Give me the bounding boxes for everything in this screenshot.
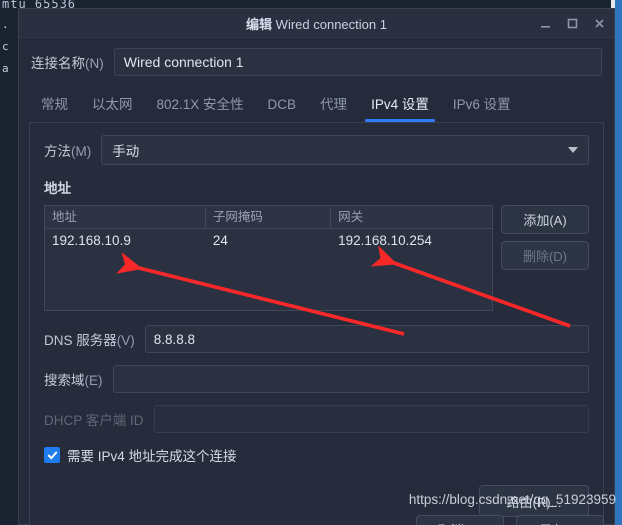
dhcp-client-id-label: DHCP 客户端 ID [44, 413, 144, 428]
dns-label-text: DNS 服务器 [44, 333, 117, 348]
chevron-down-icon [568, 147, 578, 153]
delete-address-button[interactable]: 删除(D) [501, 241, 589, 270]
tab-8021x-security[interactable]: 802.1X 安全性 [145, 87, 256, 122]
require-ipv4-label: 需要 IPv4 地址完成这个连接 [67, 449, 237, 464]
method-label-text: 方法 [44, 144, 71, 159]
add-address-button[interactable]: 添加(A) [501, 205, 589, 234]
addresses-table[interactable]: 地址 子网掩码 网关 192.168.10.9 24 192.168.10.25… [44, 205, 493, 311]
search-domains-row: 搜索域(E) [44, 365, 589, 393]
dialog-title-name: Wired connection 1 [275, 16, 387, 32]
terminal-left-line: a [2, 62, 9, 75]
dialog-title: 编辑 Wired connection 1 [246, 14, 387, 33]
cell-netmask[interactable]: 24 [206, 229, 331, 253]
tab-ipv4-settings[interactable]: IPv4 设置 [359, 87, 441, 122]
watermark: https://blog.csdn.net/qq_51923959 [408, 492, 616, 507]
addresses-table-header: 地址 子网掩码 网关 [45, 206, 492, 229]
cancel-button[interactable]: 取消(C) [416, 515, 504, 525]
maximize-icon[interactable] [566, 17, 579, 30]
connection-name-label-text: 连接名称 [31, 56, 85, 71]
connection-name-label: 连接名称(N) [31, 52, 104, 72]
terminal-left-column: . c a [2, 14, 16, 80]
method-row: 方法(M) 手动 [44, 135, 589, 165]
window-controls [539, 9, 606, 37]
tab-ipv6-settings[interactable]: IPv6 设置 [441, 87, 523, 122]
connection-name-value: Wired connection 1 [123, 54, 244, 70]
dns-input[interactable]: 8.8.8.8 [144, 325, 589, 353]
addresses-section-title: 地址 [44, 181, 71, 196]
column-header-gateway: 网关 [338, 210, 364, 224]
settings-tabs: 常规 以太网 802.1X 安全性 DCB 代理 IPv4 设置 IPv6 设置 [29, 86, 604, 123]
table-row[interactable]: 192.168.10.9 24 192.168.10.254 [45, 229, 492, 253]
terminal-left-line: c [2, 40, 9, 53]
dns-label: DNS 服务器(V) [44, 329, 135, 349]
terminal-left-line: . [2, 18, 9, 31]
desktop-right-edge [615, 0, 622, 525]
method-value: 手动 [112, 144, 140, 159]
method-label: 方法(M) [44, 140, 91, 160]
tab-dcb[interactable]: DCB [256, 87, 309, 122]
method-mnemonic: (M) [71, 144, 92, 159]
edit-connection-dialog: 编辑 Wired connection 1 连接名称(N) Wired conn… [18, 8, 615, 525]
connection-name-mnemonic: (N) [85, 56, 104, 71]
tab-general[interactable]: 常规 [29, 87, 80, 122]
dns-mnemonic: (V) [116, 333, 135, 348]
addresses-area: 地址 子网掩码 网关 192.168.10.9 24 192.168.10.25… [44, 205, 589, 311]
dns-row: DNS 服务器(V) 8.8.8.8 [44, 325, 589, 353]
search-domains-label: 搜索域(E) [44, 369, 103, 389]
search-domains-mnemonic: (E) [84, 373, 103, 388]
require-ipv4-row: 需要 IPv4 地址完成这个连接 [44, 445, 589, 465]
dhcp-client-id-input[interactable] [153, 405, 589, 433]
require-ipv4-checkbox[interactable] [44, 447, 60, 463]
dialog-title-prefix: 编辑 [246, 16, 273, 32]
tab-proxy[interactable]: 代理 [308, 87, 359, 122]
column-header-address: 地址 [45, 206, 206, 228]
dns-value: 8.8.8.8 [153, 331, 196, 347]
connection-name-row: 连接名称(N) Wired connection 1 [19, 38, 614, 84]
dhcp-client-id-row: DHCP 客户端 ID [44, 405, 589, 433]
ipv4-settings-panel: 方法(M) 手动 地址 地址 子网掩码 网关 192.168.10.9 24 1… [29, 123, 604, 525]
close-icon[interactable] [593, 17, 606, 30]
dialog-titlebar[interactable]: 编辑 Wired connection 1 [19, 9, 614, 38]
cell-address[interactable]: 192.168.10.9 [45, 229, 206, 253]
address-buttons: 添加(A) 删除(D) [501, 205, 589, 270]
tab-ethernet[interactable]: 以太网 [80, 87, 145, 122]
minimize-icon[interactable] [539, 17, 552, 30]
connection-name-input[interactable]: Wired connection 1 [113, 48, 602, 76]
column-header-netmask: 子网掩码 [206, 206, 332, 228]
screen: mtu 65536 . c a 编辑 Wired connection 1 连接… [0, 0, 622, 525]
search-domains-label-text: 搜索域 [44, 373, 85, 388]
method-dropdown[interactable]: 手动 [101, 135, 589, 165]
search-domains-input[interactable] [112, 365, 589, 393]
save-button[interactable]: 保存(S) [516, 515, 604, 525]
dialog-footer-buttons: 取消(C) 保存(S) [0, 515, 622, 525]
cell-gateway[interactable]: 192.168.10.254 [331, 229, 492, 253]
